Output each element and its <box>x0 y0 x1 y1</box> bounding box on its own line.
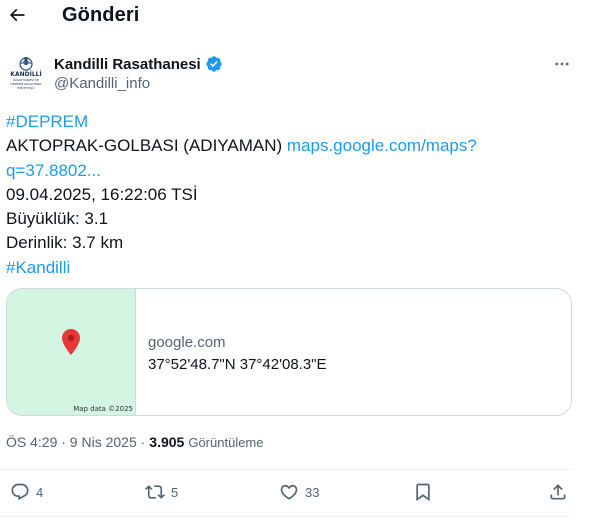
tweet-meta: ÖS 4:29 · 9 Nis 2025 · 3.905 Görüntüleme <box>6 434 264 450</box>
heart-icon <box>280 484 298 500</box>
hashtag-kandilli-link[interactable]: #Kandilli <box>6 256 566 280</box>
action-bar: 4 5 33 <box>0 476 592 512</box>
like-button[interactable]: 33 <box>279 482 319 502</box>
page-title: Gönderi <box>62 4 140 26</box>
more-horizontal-icon <box>555 62 569 66</box>
map-link-part1[interactable]: maps.google.com/maps? <box>287 136 477 155</box>
kandilli-logo-icon: KANDİLLİ RASATHANESİ VE DEPREM ARAŞTIRMA… <box>10 57 42 90</box>
views-label: Görüntüleme <box>188 435 264 450</box>
bookmark-button[interactable] <box>413 482 433 502</box>
link-preview-card[interactable]: Map data ©2025 google.com 37°52'48.7"N 3… <box>6 288 572 416</box>
tweet-location-line: AKTOPRAK-GOLBASI (ADIYAMAN) maps.google.… <box>6 134 566 158</box>
map-credit: Map data ©2025 <box>73 405 133 413</box>
repost-count: 5 <box>171 484 179 500</box>
card-info: google.com 37°52'48.7"N 37°42'08.3"E <box>136 289 327 415</box>
author-name-text: Kandilli Rasathanesi <box>54 55 201 73</box>
logo-text-line1: KANDİLLİ <box>10 71 41 78</box>
tweet-timestamp[interactable]: ÖS 4:29 · 9 Nis 2025 · <box>6 434 145 450</box>
map-pin-icon <box>62 329 80 355</box>
card-domain: google.com <box>148 334 226 351</box>
divider-top <box>0 469 572 470</box>
tweet-magnitude: Büyüklük: 3.1 <box>6 209 109 229</box>
arrow-left-icon <box>9 8 25 22</box>
tweet-datetime: 09.04.2025, 16:22:06 TSİ <box>6 184 198 204</box>
like-count: 33 <box>305 484 320 500</box>
map-link-part2[interactable]: q=37.8802... <box>6 159 566 183</box>
reply-icon <box>11 483 29 501</box>
tweet-depth: Derinlik: 3.7 km <box>6 233 124 253</box>
logo-text-line4: ENSTİTÜSÜ <box>18 85 35 90</box>
card-coords: 37°52'48.7"N 37°42'08.3"E <box>148 356 327 373</box>
reply-count: 4 <box>36 484 44 500</box>
more-options-button[interactable] <box>552 54 572 74</box>
hashtag-deprem-link[interactable]: #DEPREM <box>6 110 566 134</box>
avatar[interactable]: KANDİLLİ RASATHANESİ VE DEPREM ARAŞTIRMA… <box>6 54 46 96</box>
page-header: Gönderi <box>0 0 592 34</box>
bookmark-icon <box>416 483 430 502</box>
share-icon <box>550 484 566 500</box>
verified-badge-icon <box>206 56 222 72</box>
repost-icon <box>145 485 165 499</box>
tweet-text: #DEPREM AKTOPRAK-GOLBASI (ADIYAMAN) maps… <box>6 110 566 280</box>
back-button[interactable] <box>6 4 28 26</box>
views-count: 3.905 <box>149 434 185 450</box>
tweet-location: AKTOPRAK-GOLBASI (ADIYAMAN) <box>6 136 283 156</box>
map-thumbnail: Map data ©2025 <box>7 289 136 415</box>
repost-button[interactable]: 5 <box>145 482 178 502</box>
reply-button[interactable]: 4 <box>10 482 43 502</box>
divider-bottom <box>0 516 572 517</box>
share-button[interactable] <box>548 482 568 502</box>
author-name[interactable]: Kandilli Rasathanesi <box>54 55 223 73</box>
author-handle[interactable]: @Kandilli_info <box>54 75 150 92</box>
